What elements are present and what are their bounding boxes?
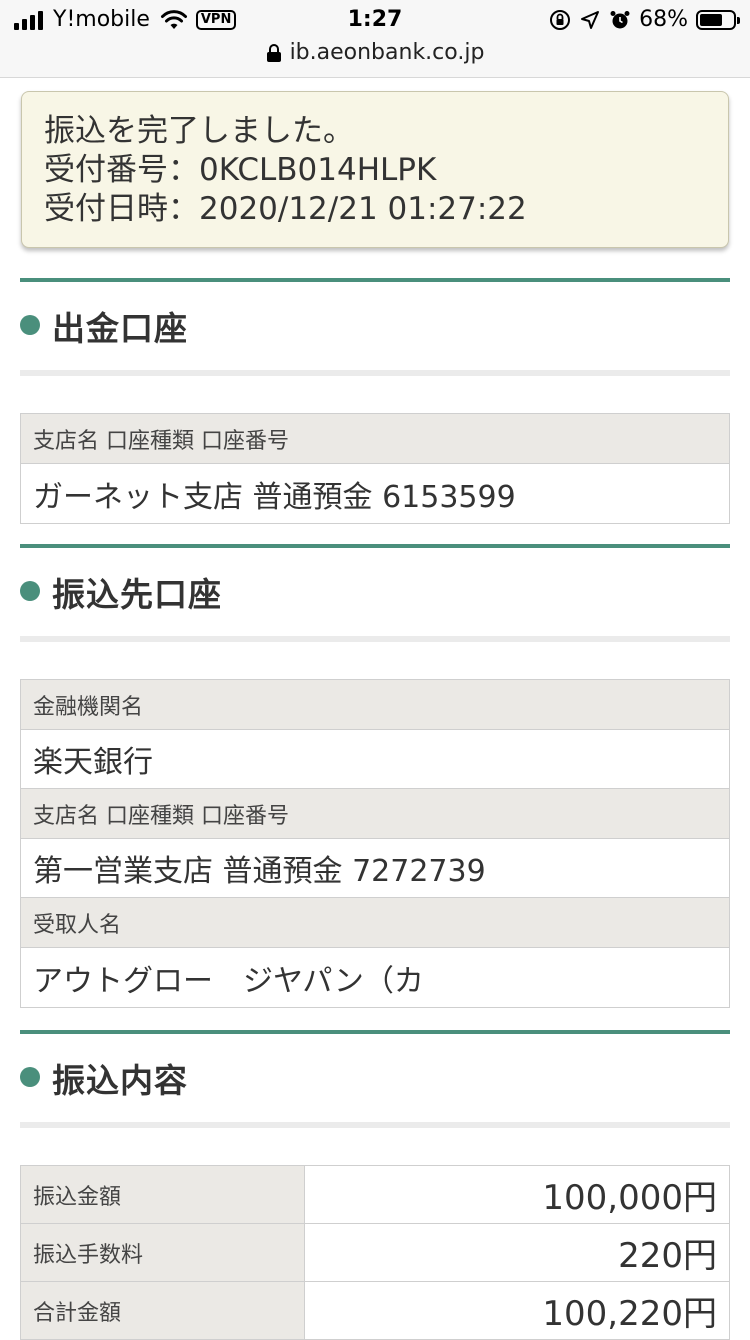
source-account-heading: 出金口座 xyxy=(20,278,730,376)
transfer-fee-label: 振込手数料 xyxy=(21,1224,305,1281)
transfer-amount-table: 振込金額 100,000円 振込手数料 220円 合計金額 100,220円 xyxy=(20,1165,730,1340)
battery-icon xyxy=(696,10,740,30)
transfer-amount-value: 100,000円 xyxy=(542,1178,717,1218)
location-arrow-icon xyxy=(581,11,600,29)
bullet-icon xyxy=(20,1067,40,1087)
cellular-signal-icon xyxy=(14,10,43,30)
recipient-name-value: アウトグロー ジヤパン（カ xyxy=(21,948,729,1007)
destination-account-table: 金融機関名 楽天銀行 支店名 口座種類 口座番号 第一営業支店 普通預金 727… xyxy=(20,679,730,1008)
transfer-details-heading: 振込内容 xyxy=(20,1030,730,1128)
reception-datetime: 受付日時：2020/12/21 01:27:22 xyxy=(44,191,527,227)
section-title: 振込先口座 xyxy=(52,575,222,614)
bank-name-value: 楽天銀行 xyxy=(21,730,729,789)
branch-info-label: 支店名 口座種類 口座番号 xyxy=(21,789,729,839)
total-amount-label: 合計金額 xyxy=(21,1282,305,1339)
source-account-value: ガーネット支店 普通預金 6153599 xyxy=(21,464,729,523)
transfer-fee-value: 220円 xyxy=(618,1236,717,1276)
source-account-table: 支店名 口座種類 口座番号 ガーネット支店 普通預金 6153599 xyxy=(20,413,730,524)
table-row: 合計金額 100,220円 xyxy=(21,1282,729,1340)
lock-icon xyxy=(266,44,281,62)
recipient-name-label: 受取人名 xyxy=(21,898,729,948)
branch-info-value: 第一営業支店 普通預金 7272739 xyxy=(21,839,729,898)
carrier-name: Y!mobile xyxy=(53,7,150,32)
bullet-icon xyxy=(20,315,40,335)
orientation-lock-icon xyxy=(550,10,571,30)
reception-number: 受付番号：0KCLB014HLPK xyxy=(44,152,437,188)
alarm-clock-icon xyxy=(610,11,630,29)
wifi-icon xyxy=(160,10,187,29)
section-title: 出金口座 xyxy=(52,309,188,348)
battery-fill xyxy=(700,14,722,26)
url-text[interactable]: ib.aeonbank.co.jp xyxy=(290,40,485,66)
total-amount-value: 100,220円 xyxy=(542,1294,717,1334)
battery-percentage: 68% xyxy=(639,7,688,32)
status-bar: Y!mobile VPN 1:27 68% xyxy=(0,0,750,40)
status-left: Y!mobile VPN xyxy=(14,6,237,34)
bank-name-label: 金融機関名 xyxy=(21,680,729,730)
source-account-label: 支店名 口座種類 口座番号 xyxy=(21,414,729,464)
section-title: 振込内容 xyxy=(52,1061,188,1100)
completion-notice: 振込を完了しました。 受付番号：0KCLB014HLPK 受付日時：2020/1… xyxy=(21,91,729,248)
destination-account-heading: 振込先口座 xyxy=(20,544,730,642)
bullet-icon xyxy=(20,581,40,601)
transfer-amount-label: 振込金額 xyxy=(21,1166,305,1223)
table-row: 振込金額 100,000円 xyxy=(21,1166,729,1224)
url-bar[interactable]: ib.aeonbank.co.jp xyxy=(0,40,750,78)
status-right: 68% xyxy=(549,6,740,34)
vpn-badge: VPN xyxy=(195,10,237,30)
completion-message: 振込を完了しました。 xyxy=(44,113,354,149)
table-row: 振込手数料 220円 xyxy=(21,1224,729,1282)
